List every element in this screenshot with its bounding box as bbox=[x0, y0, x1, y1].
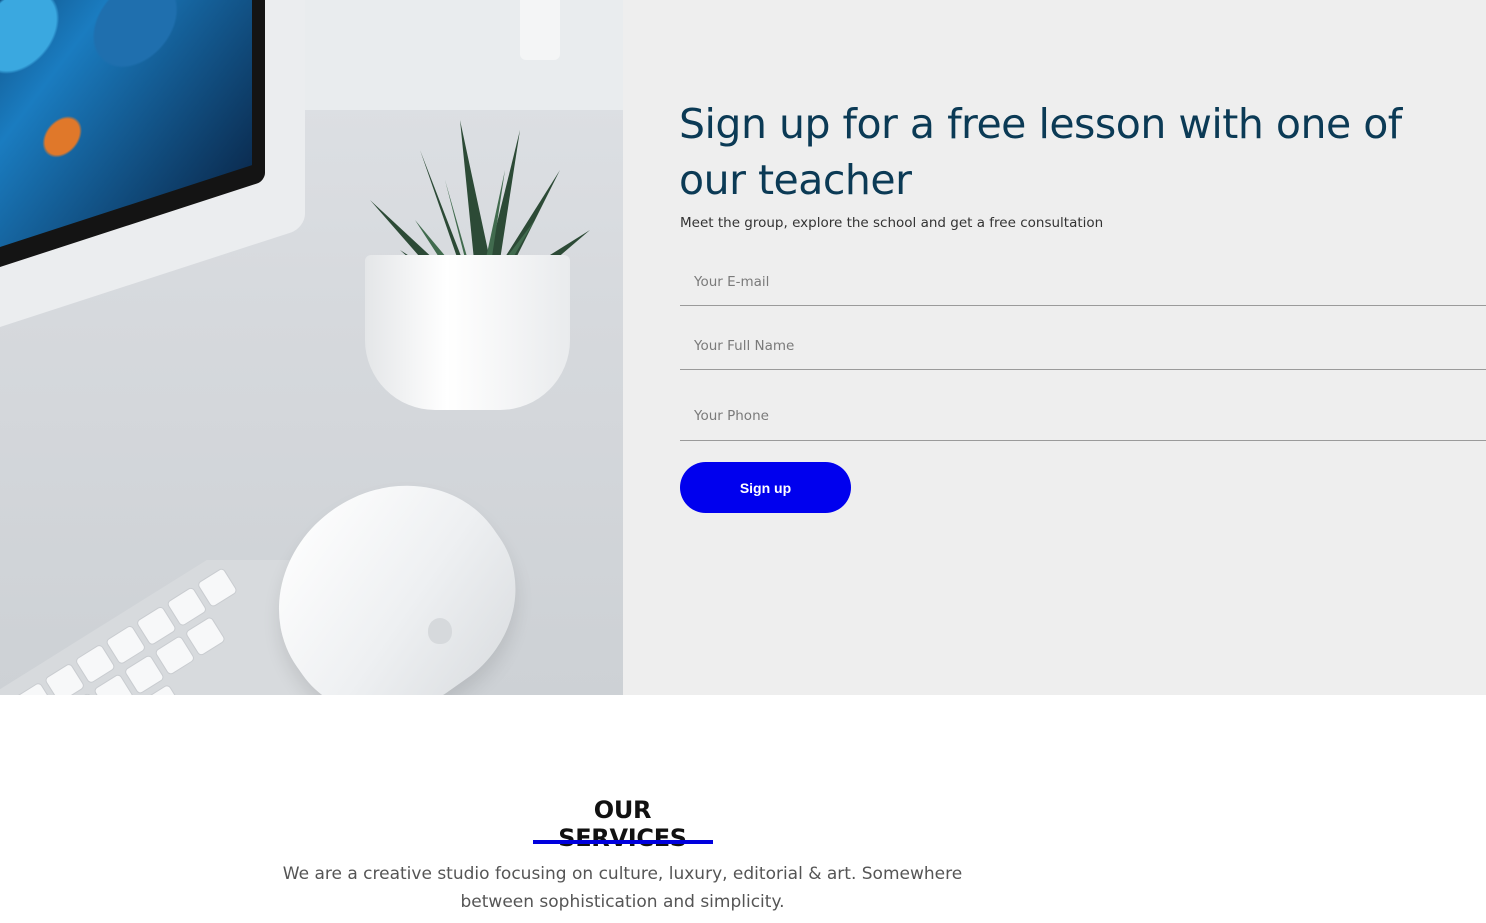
monitor-illustration bbox=[0, 0, 305, 340]
full-name-input[interactable] bbox=[680, 322, 1486, 369]
signup-subtitle: Meet the group, explore the school and g… bbox=[680, 215, 1104, 231]
hero-image bbox=[0, 0, 623, 695]
services-description: We are a creative studio focusing on cul… bbox=[282, 864, 963, 912]
background-object bbox=[520, 0, 560, 60]
full-name-field-wrapper bbox=[680, 322, 1486, 370]
email-field-wrapper bbox=[680, 258, 1486, 306]
sign-up-button[interactable]: Sign up bbox=[680, 462, 851, 513]
monitor-screen bbox=[0, 0, 252, 260]
signup-title: Sign up for a free lesson with one of ou… bbox=[679, 100, 1402, 204]
apple-logo-icon bbox=[428, 618, 452, 644]
background-wall bbox=[300, 0, 623, 110]
plant-pot-illustration bbox=[365, 255, 570, 410]
monitor-bezel bbox=[0, 0, 265, 281]
phone-input[interactable] bbox=[680, 392, 1486, 440]
email-input[interactable] bbox=[680, 258, 1486, 305]
phone-field-wrapper bbox=[680, 392, 1486, 441]
services-title-underline bbox=[533, 840, 713, 844]
